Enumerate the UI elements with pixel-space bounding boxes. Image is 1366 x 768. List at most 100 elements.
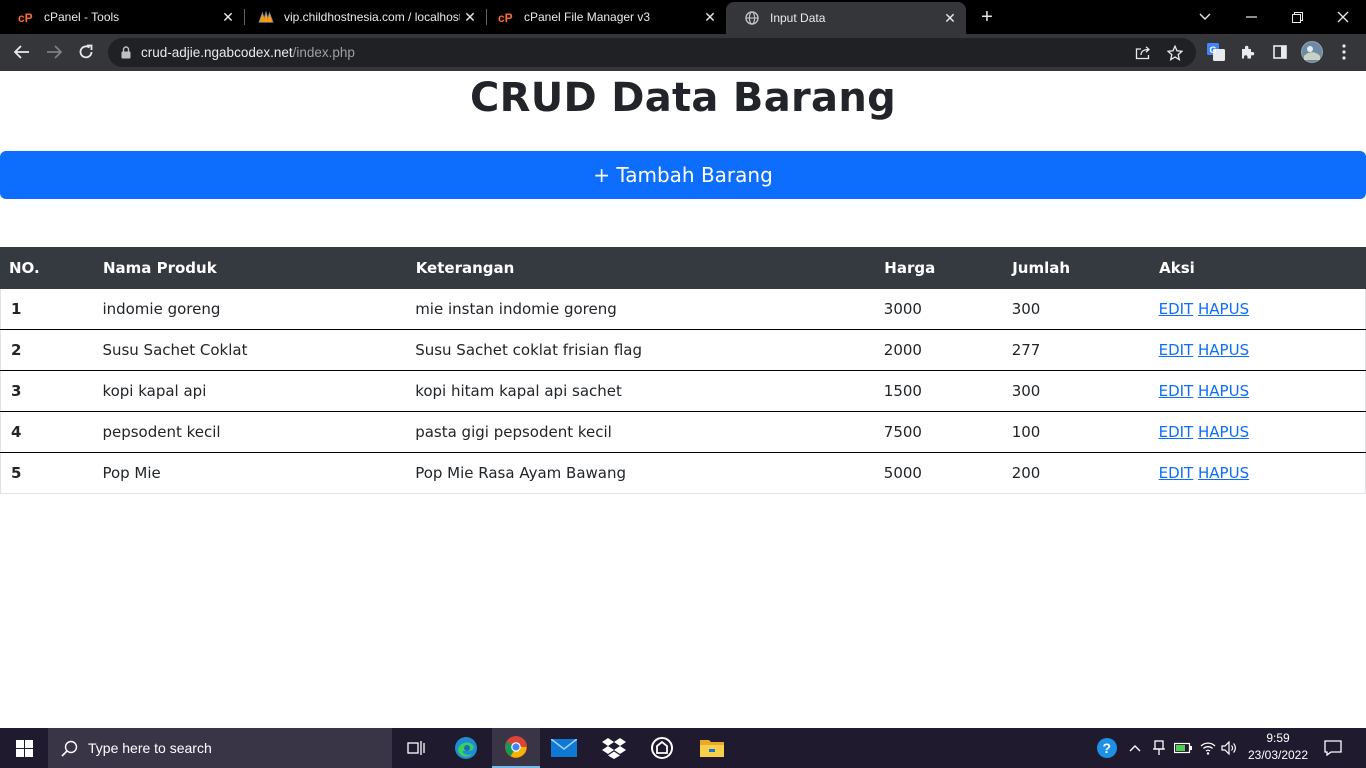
close-window-button[interactable]	[1320, 0, 1366, 34]
chrome-icon	[505, 736, 527, 758]
cell-aksi: EDIT HAPUS	[1150, 411, 1366, 453]
taskbar-app[interactable]	[638, 728, 686, 768]
share-icon[interactable]	[1134, 44, 1152, 62]
address-bar[interactable]: crud-adjie.ngabcodex.net/index.php	[108, 38, 1196, 67]
notification-center-icon[interactable]	[1318, 728, 1348, 768]
page-title: CRUD Data Barang	[469, 75, 897, 121]
extensions-puzzle-icon[interactable]	[1238, 42, 1258, 62]
tab-input-data[interactable]: Input Data ✕	[726, 2, 966, 34]
new-tab-button[interactable]: +	[976, 6, 998, 28]
tab-title: Input Data	[770, 11, 826, 25]
column-header-no: NO.	[0, 247, 95, 289]
taskbar-search-box[interactable]: Type here to search	[48, 728, 392, 768]
cell-nama-produk: Susu Sachet Coklat	[94, 329, 408, 371]
delete-link[interactable]: HAPUS	[1198, 464, 1249, 482]
delete-link[interactable]: HAPUS	[1198, 300, 1249, 318]
cell-aksi: EDIT HAPUS	[1150, 329, 1366, 371]
close-icon[interactable]: ✕	[700, 7, 720, 27]
taskbar-edge[interactable]	[442, 728, 490, 768]
tab-cpanel-tools[interactable]: cP cPanel - Tools ✕	[0, 0, 245, 34]
edit-link[interactable]: EDIT	[1159, 341, 1194, 359]
cell-nama-produk: pepsodent kecil	[94, 411, 408, 453]
cell-jumlah: 277	[1003, 329, 1151, 371]
tab-cpanel-file-manager[interactable]: cP cPanel File Manager v3 ✕	[480, 0, 726, 34]
page-content: CRUD Data Barang + Tambah Barang NO. Nam…	[0, 71, 1366, 728]
tab-title: cPanel File Manager v3	[524, 10, 651, 24]
edit-link[interactable]: EDIT	[1159, 464, 1194, 482]
cell-aksi: EDIT HAPUS	[1150, 370, 1366, 412]
column-header-nama-produk: Nama Produk	[93, 247, 408, 289]
tab-phpmyadmin[interactable]: vip.childhostnesia.com / localhost ✕	[240, 0, 487, 34]
task-view-button[interactable]	[392, 728, 440, 768]
cell-keterangan: mie instan indomie goreng	[407, 288, 876, 330]
taskbar-clock[interactable]: 9:59 23/03/2022	[1236, 730, 1320, 764]
edit-link[interactable]: EDIT	[1159, 382, 1194, 400]
clock-time: 9:59	[1266, 731, 1290, 745]
side-panel-icon[interactable]	[1270, 42, 1290, 62]
delete-link[interactable]: HAPUS	[1198, 423, 1249, 441]
url-text: crud-adjie.ngabcodex.net/index.php	[141, 45, 355, 60]
cell-nama-produk: Pop Mie	[94, 452, 408, 494]
cpanel-icon: cP	[498, 9, 514, 25]
cell-keterangan: pasta gigi pepsodent kecil	[407, 411, 876, 453]
table-header-row: NO. Nama Produk Keterangan Harga Jumlah …	[0, 247, 1366, 289]
search-icon	[60, 739, 78, 757]
column-header-harga: Harga	[875, 247, 1005, 289]
profile-avatar[interactable]	[1300, 40, 1324, 64]
usb-device-icon[interactable]	[1148, 728, 1170, 768]
globe-icon	[744, 10, 760, 26]
url-path: /index.php	[292, 45, 355, 60]
close-icon[interactable]: ✕	[460, 7, 480, 27]
cell-harga: 5000	[875, 452, 1004, 494]
edge-icon	[455, 737, 477, 759]
dropbox-icon	[602, 738, 626, 759]
column-header-jumlah: Jumlah	[1003, 247, 1152, 289]
delete-link[interactable]: HAPUS	[1198, 341, 1249, 359]
folder-icon	[700, 740, 724, 757]
restore-button[interactable]	[1274, 0, 1320, 34]
cell-keterangan: Pop Mie Rasa Ayam Bawang	[407, 452, 876, 494]
cell-jumlah: 200	[1003, 452, 1151, 494]
cell-harga: 7500	[875, 411, 1004, 453]
taskbar-mail[interactable]	[540, 728, 588, 768]
tab-search-chevron-icon[interactable]	[1182, 0, 1228, 34]
lock-icon[interactable]	[120, 46, 132, 60]
app-circle-icon	[651, 737, 673, 759]
svg-text:G: G	[1210, 45, 1217, 55]
cell-nama-produk: indomie goreng	[94, 288, 408, 330]
taskbar-file-explorer[interactable]	[688, 728, 736, 768]
bookmark-star-icon[interactable]	[1166, 44, 1184, 62]
more-menu-icon[interactable]	[1334, 42, 1354, 62]
show-hidden-icons-chevron-icon[interactable]	[1124, 728, 1146, 768]
minimize-button[interactable]	[1228, 0, 1274, 34]
column-header-keterangan: Keterangan	[406, 247, 877, 289]
add-item-button[interactable]: + Tambah Barang	[0, 151, 1366, 199]
start-button[interactable]	[0, 728, 48, 768]
edit-link[interactable]: EDIT	[1159, 423, 1194, 441]
items-table: NO. Nama Produk Keterangan Harga Jumlah …	[0, 247, 1366, 494]
reload-button[interactable]	[73, 39, 99, 65]
help-icon[interactable]: ?	[1094, 728, 1120, 768]
taskbar-chrome[interactable]	[492, 728, 540, 768]
svg-text:?: ?	[1103, 740, 1112, 756]
edit-link[interactable]: EDIT	[1159, 300, 1194, 318]
forward-button[interactable]	[41, 39, 67, 65]
close-icon[interactable]: ✕	[218, 7, 238, 27]
battery-icon[interactable]	[1172, 728, 1194, 768]
clock-date: 23/03/2022	[1247, 748, 1309, 762]
taskbar-dropbox[interactable]	[590, 728, 638, 768]
cell-no: 1	[0, 288, 95, 330]
google-translate-icon[interactable]: G	[1206, 42, 1226, 62]
table-row: 2 Susu Sachet Coklat Susu Sachet coklat …	[0, 329, 1366, 371]
cpanel-icon: cP	[18, 9, 34, 25]
delete-link[interactable]: HAPUS	[1198, 382, 1249, 400]
cell-no: 3	[0, 370, 95, 412]
column-header-aksi: Aksi	[1150, 247, 1366, 289]
back-button[interactable]	[9, 39, 35, 65]
browser-toolbar: crud-adjie.ngabcodex.net/index.php G	[0, 34, 1366, 71]
close-icon[interactable]: ✕	[940, 8, 960, 28]
mail-icon	[551, 739, 577, 757]
cell-jumlah: 100	[1003, 411, 1151, 453]
cell-jumlah: 300	[1003, 370, 1151, 412]
wifi-icon[interactable]	[1196, 728, 1220, 768]
